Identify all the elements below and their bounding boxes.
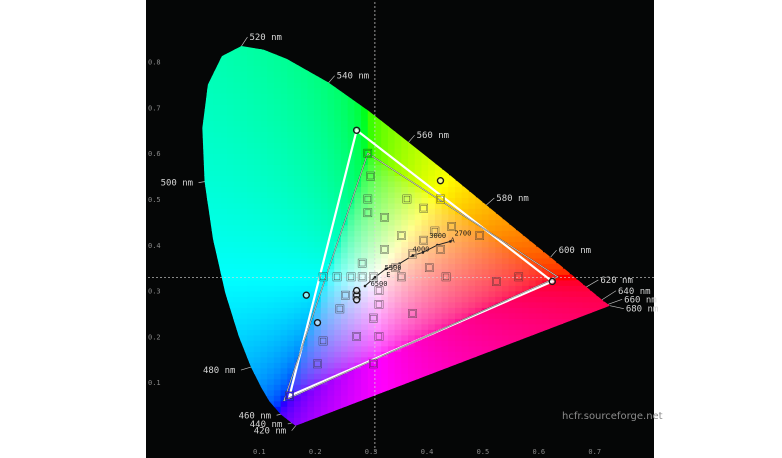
y-tick-label: 0.7 <box>148 104 161 112</box>
x-tick-label: 0.3 <box>365 448 378 456</box>
watermark: hcfr.sourceforge.net <box>562 411 663 422</box>
x-tick-label: 0.6 <box>533 448 546 456</box>
y-tick-label: 0.5 <box>148 196 161 204</box>
cie-chromaticity-chart: 420 nm440 nm460 nm480 nm500 nm520 nm540 … <box>148 2 663 456</box>
wavelength-label-520: 520 nm <box>249 33 282 43</box>
measured-circle-fill-1 <box>438 178 443 183</box>
wavelength-tick-660 <box>608 299 623 305</box>
horseshoe-fill <box>202 46 610 426</box>
planckian-point-3 <box>411 254 415 257</box>
y-tick-label: 0.8 <box>148 59 161 67</box>
wavelength-label-440: 440 nm <box>250 420 283 430</box>
planckian-point-7 <box>363 284 367 288</box>
x-tick-label: 0.2 <box>309 448 322 456</box>
kelvin-label-4000: 4000 <box>413 246 430 254</box>
measured-circle-fill-0 <box>354 128 359 133</box>
measured-circle-fill-4 <box>315 320 320 325</box>
wavelength-label-500: 500 nm <box>161 179 194 189</box>
y-tick-label: 0.1 <box>148 379 161 387</box>
wavelength-tick-580 <box>486 197 495 206</box>
wavelength-label-580: 580 nm <box>496 194 529 204</box>
y-tick-label: 0.6 <box>148 150 161 158</box>
planckian-point-6 <box>373 276 377 279</box>
wavelength-label-480: 480 nm <box>203 366 236 376</box>
wavelength-tick-420 <box>291 425 296 431</box>
wavelength-tick-620 <box>586 279 599 288</box>
wavelength-tick-520 <box>241 36 248 47</box>
measured-circle-fill-3 <box>304 292 309 298</box>
x-tick-label: 0.7 <box>588 448 601 456</box>
y-tick-label: 0.3 <box>148 288 161 296</box>
x-tick-label: 0.5 <box>477 448 490 456</box>
kelvin-label-3000: 3000 <box>429 232 446 240</box>
kelvin-label-6500: 6500 <box>371 280 388 288</box>
wavelength-label-600: 600 nm <box>559 246 592 256</box>
measured-circle-fill-7 <box>354 297 359 302</box>
y-tick-label: 0.2 <box>148 333 161 341</box>
wavelength-label-540: 540 nm <box>337 72 370 82</box>
y-tick-label: 0.4 <box>148 242 161 250</box>
x-tick-label: 0.4 <box>421 448 434 456</box>
wavelength-tick-600 <box>550 249 557 258</box>
wavelength-label-460: 460 nm <box>239 411 272 421</box>
wavelength-label-560: 560 nm <box>417 131 450 141</box>
measured-circle-fill-6 <box>354 288 359 293</box>
wavelength-tick-680 <box>609 305 624 310</box>
illuminant-label-E: E <box>386 271 390 279</box>
wavelength-tick-540 <box>328 75 335 83</box>
wavelength-tick-440 <box>287 422 292 425</box>
measured-circle-fill-2 <box>550 279 555 284</box>
wavelength-tick-560 <box>408 134 415 143</box>
wavelength-label-680: 680 nm <box>626 305 659 315</box>
wavelength-tick-500 <box>198 181 205 183</box>
kelvin-label-2700: 2700 <box>454 230 471 238</box>
wavelength-tick-480 <box>240 366 252 371</box>
wavelength-tick-640 <box>601 290 617 301</box>
x-tick-label: 0.1 <box>253 448 266 456</box>
wavelength-label-620: 620 nm <box>600 276 633 286</box>
wavelength-tick-460 <box>276 413 281 416</box>
